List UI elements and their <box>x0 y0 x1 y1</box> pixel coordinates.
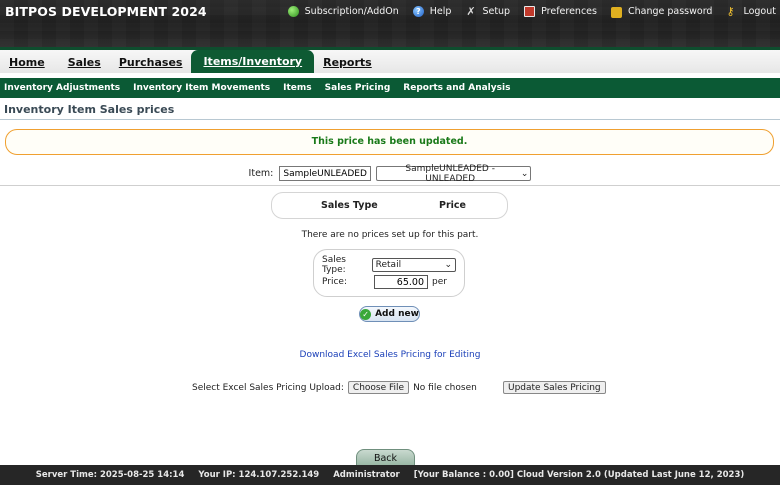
preferences-icon <box>524 5 536 17</box>
column-sales-type: Sales Type <box>321 200 378 211</box>
item-code-input[interactable] <box>279 166 372 181</box>
menu-sales[interactable]: Sales <box>59 52 110 73</box>
price-row: Price: per <box>322 274 456 290</box>
help-label: Help <box>429 5 452 17</box>
column-price: Price <box>439 200 466 211</box>
menu-items-inventory[interactable]: Items/Inventory <box>191 50 315 73</box>
no-file-status: No file chosen <box>413 382 477 393</box>
new-price-form: Sales Type: Retail ⌄ Price: per <box>313 249 465 297</box>
menu-home[interactable]: Home <box>0 52 59 73</box>
sub-menu: Inventory Adjustments Inventory Item Mov… <box>0 78 780 98</box>
upload-label: Select Excel Sales Pricing Upload: <box>192 382 344 393</box>
download-excel-link[interactable]: Download Excel Sales Pricing for Editing <box>0 350 780 360</box>
choose-file-button[interactable]: Choose File <box>347 381 410 394</box>
update-sales-pricing-button[interactable]: Update Sales Pricing <box>503 381 606 394</box>
menu-purchases[interactable]: Purchases <box>110 52 192 73</box>
preferences-label: Preferences <box>541 5 597 17</box>
wrench-icon: ✗ <box>466 4 476 18</box>
item-selector-row: Item: SampleUNLEADED - UNLEADED ⌄ <box>0 163 780 184</box>
setup-link[interactable]: ✗ Setup <box>465 6 510 17</box>
subscription-icon <box>287 5 299 17</box>
check-icon: ✓ <box>360 308 372 320</box>
setup-label: Setup <box>482 5 511 17</box>
submenu-inventory-adjustments[interactable]: Inventory Adjustments <box>0 83 125 93</box>
main-menu-bar: Home Sales Purchases Items/Inventory Rep… <box>0 47 780 73</box>
logout-label: Logout <box>743 5 776 17</box>
footer-status-bar: Server Time: 2025-08-25 14:14 Your IP: 1… <box>0 465 780 485</box>
main-menu: Home Sales Purchases Items/Inventory Rep… <box>0 50 381 75</box>
submenu-reports-analysis[interactable]: Reports and Analysis <box>398 83 515 93</box>
menu-reports[interactable]: Reports <box>314 52 381 73</box>
user-ip: Your IP: 124.107.252.149 <box>198 470 320 480</box>
submenu-items[interactable]: Items <box>278 83 317 93</box>
back-button[interactable]: Back <box>356 449 415 466</box>
sales-type-value: Retail <box>375 260 402 270</box>
success-notice: This price has been updated. <box>5 129 774 155</box>
price-label: Price: <box>322 277 347 287</box>
top-bar: BITPOS DEVELOPMENT 2024 Subscription/Add… <box>0 0 780 47</box>
top-links: Subscription/AddOn ? Help ✗ Setup Prefer… <box>274 3 780 19</box>
subscription-label: Subscription/AddOn <box>304 5 399 17</box>
sales-type-row: Sales Type: Retail ⌄ <box>322 255 456 275</box>
page-title: Inventory Item Sales prices <box>4 103 175 116</box>
item-dropdown[interactable]: SampleUNLEADED - UNLEADED ⌄ <box>376 163 532 184</box>
preferences-link[interactable]: Preferences <box>524 5 597 17</box>
sales-type-label: Sales Type: <box>322 255 346 275</box>
chevron-down-icon: ⌄ <box>520 168 529 179</box>
item-divider <box>0 185 780 186</box>
chevron-down-icon: ⌄ <box>444 260 452 270</box>
help-link[interactable]: ? Help <box>412 5 452 17</box>
server-time: Server Time: 2025-08-25 14:14 <box>35 470 185 480</box>
submenu-sales-pricing[interactable]: Sales Pricing <box>320 83 396 93</box>
sales-type-select[interactable]: Retail ⌄ <box>371 258 456 272</box>
help-icon: ? <box>412 5 424 17</box>
per-label: per <box>432 277 447 287</box>
balance-version: [Your Balance : 0.00] Cloud Version 2.0 … <box>413 470 745 480</box>
item-dropdown-value: SampleUNLEADED - UNLEADED <box>405 163 495 184</box>
lock-icon <box>610 7 622 18</box>
prices-table-header: Sales Type Price <box>271 192 508 219</box>
price-input[interactable] <box>374 275 428 289</box>
logout-link[interactable]: ⚷ Logout <box>726 6 776 17</box>
no-prices-message: There are no prices set up for this part… <box>301 230 479 240</box>
title-divider <box>0 119 780 120</box>
change-password-link[interactable]: Change password <box>610 4 713 18</box>
user-name: Administrator <box>333 470 400 480</box>
change-password-label: Change password <box>627 5 713 17</box>
submenu-inventory-movements[interactable]: Inventory Item Movements <box>128 83 275 93</box>
add-new-button[interactable]: ✓ Add new <box>359 306 420 322</box>
item-label: Item: <box>248 168 274 179</box>
subscription-link[interactable]: Subscription/AddOn <box>287 5 399 17</box>
brand-title: BITPOS DEVELOPMENT 2024 <box>5 4 207 19</box>
upload-row: Select Excel Sales Pricing Upload: Choos… <box>192 381 477 394</box>
add-new-label: Add new <box>375 309 419 319</box>
key-icon: ⚷ <box>726 4 735 18</box>
